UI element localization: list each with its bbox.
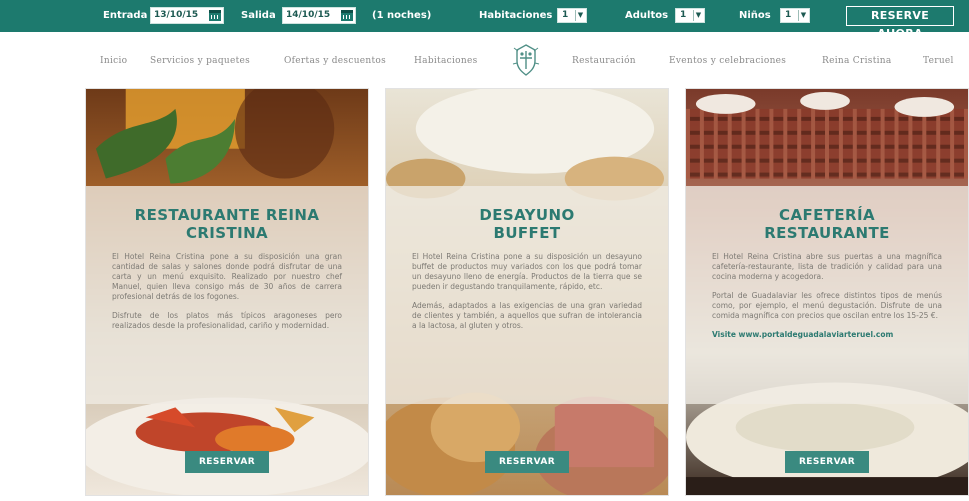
card-desayuno: DESAYUNO BUFFET El Hotel Reina Cristina … (385, 88, 669, 496)
checkout-label: Salida (241, 10, 276, 21)
nav-item-ofertas[interactable]: Ofertas y descuentos (284, 56, 386, 66)
nav-item-inicio[interactable]: Inicio (100, 56, 127, 66)
checkin-label: Entrada (103, 10, 148, 21)
adults-select-value: 1 (680, 10, 687, 20)
website-link[interactable]: Visite www.portaldeguadalaviarteruel.com (712, 330, 942, 340)
card-title: CAFETERÍA RESTAURANTE (764, 206, 890, 242)
checkout-date-value: 14/10/15 (286, 10, 331, 20)
card-description: El Hotel Reina Cristina pone a su dispos… (112, 252, 342, 301)
card-description: Además, adaptados a las exigencias de un… (412, 301, 642, 330)
reserve-desayuno-button[interactable]: RESERVAR (485, 451, 569, 473)
checkout-date-field[interactable]: 14/10/15 (282, 7, 356, 24)
reserve-cafeteria-button[interactable]: RESERVAR (785, 451, 869, 473)
booking-bar: Entrada 13/10/15 Salida 14/10/15 (1 noch… (0, 0, 969, 40)
nav-item-eventos[interactable]: Eventos y celebraciones (669, 56, 786, 66)
nav-item-reina-cristina[interactable]: Reina Cristina (822, 56, 892, 66)
adults-select[interactable]: 1 ▼ (675, 8, 705, 23)
card-panel: RESTAURANTE REINA CRISTINA El Hotel Rein… (86, 186, 368, 404)
chevron-down-icon: ▼ (575, 10, 585, 21)
calendar-icon[interactable] (341, 10, 353, 21)
rooms-label: Habitaciones (479, 10, 553, 21)
nav-item-habitaciones[interactable]: Habitaciones (414, 56, 478, 66)
nights-count: (1 noches) (372, 10, 432, 21)
card-description: El Hotel Reina Cristina pone a su dispos… (412, 252, 642, 291)
reserve-restaurante-button[interactable]: RESERVAR (185, 451, 269, 473)
card-panel: DESAYUNO BUFFET El Hotel Reina Cristina … (386, 186, 668, 404)
children-select-value: 1 (785, 10, 792, 20)
checkin-date-field[interactable]: 13/10/15 (150, 7, 224, 24)
card-panel: CAFETERÍA RESTAURANTE El Hotel Reina Cri… (686, 186, 968, 404)
adults-label: Adultos (625, 10, 669, 21)
nav-item-restauracion[interactable]: Restauración (572, 56, 636, 66)
chevron-down-icon: ▼ (693, 10, 703, 21)
card-description: Disfrute de los platos más típicos arago… (112, 311, 342, 330)
rooms-select-value: 1 (562, 10, 569, 20)
main-nav: Inicio Servicios y paquetes Ofertas y de… (0, 42, 969, 80)
card-cafeteria: CAFETERÍA RESTAURANTE El Hotel Reina Cri… (685, 88, 969, 496)
card-restaurante: RESTAURANTE REINA CRISTINA El Hotel Rein… (85, 88, 369, 496)
hotel-crest-icon[interactable] (508, 42, 544, 78)
nav-item-servicios[interactable]: Servicios y paquetes (150, 56, 250, 66)
calendar-icon[interactable] (209, 10, 221, 21)
reserve-now-button[interactable]: RESERVE AHORA (846, 6, 954, 40)
card-title: DESAYUNO BUFFET (479, 206, 575, 242)
card-description: El Hotel Reina Cristina abre sus puertas… (712, 252, 942, 281)
children-select[interactable]: 1 ▼ (780, 8, 810, 23)
card-description: Portal de Guadalaviar les ofrece distint… (712, 291, 942, 320)
nav-item-teruel[interactable]: Teruel (923, 56, 954, 66)
card-title: RESTAURANTE REINA CRISTINA (134, 206, 320, 242)
rooms-select[interactable]: 1 ▼ (557, 8, 587, 23)
chevron-down-icon: ▼ (798, 10, 808, 21)
children-label: Niños (739, 10, 771, 21)
checkin-date-value: 13/10/15 (154, 10, 199, 20)
